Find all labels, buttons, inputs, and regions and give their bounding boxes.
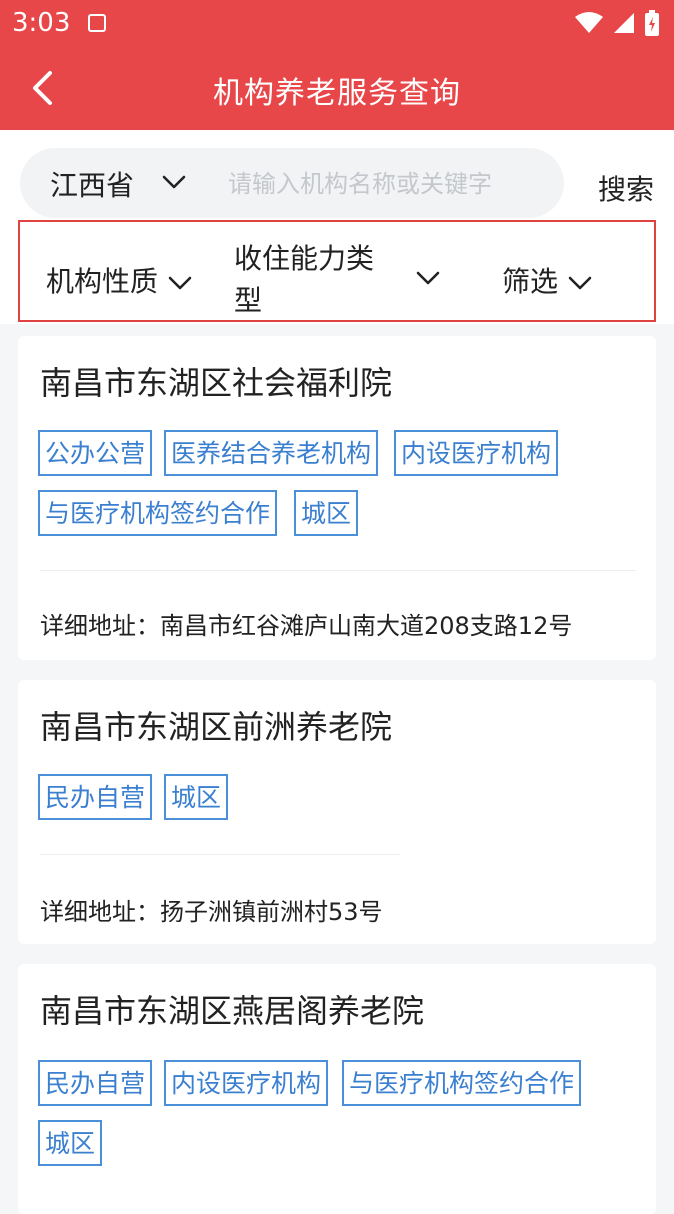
- tag: 公办公营: [38, 430, 153, 476]
- institution-name: 南昌市东湖区社会福利院: [40, 364, 393, 402]
- status-bar: 3:03: [0, 0, 674, 50]
- divider: [40, 570, 636, 571]
- tag: 医养结合养老机构: [164, 430, 379, 476]
- battery-icon: [645, 10, 659, 36]
- divider: [40, 854, 400, 855]
- page-title: 机构养老服务查询: [213, 76, 461, 111]
- address-label: 详细地址：: [40, 612, 160, 640]
- tag: 内设医疗机构: [394, 430, 559, 476]
- signal-icon: [614, 13, 634, 33]
- tag: 民办自营: [38, 774, 153, 820]
- tag: 内设医疗机构: [164, 1060, 329, 1106]
- status-time: 3:03: [12, 8, 71, 38]
- filter-capacity-label: 收住能力类型: [234, 242, 375, 317]
- institution-address: 详细地址：扬子洲镇前洲村53号: [40, 892, 383, 927]
- institution-card[interactable]: 南昌市东湖区燕居阁养老院 民办自营 内设医疗机构 与医疗机构签约合作 城区: [18, 964, 656, 1214]
- tag: 城区: [164, 774, 229, 820]
- filter-capacity[interactable]: 收住能力类型: [234, 238, 394, 322]
- address-label: 详细地址：: [40, 898, 160, 926]
- tag: 民办自营: [38, 1060, 153, 1106]
- tag: 城区: [294, 490, 359, 536]
- chevron-down-icon[interactable]: [416, 270, 440, 286]
- address-value: 扬子洲镇前洲村53号: [160, 898, 383, 926]
- chevron-down-icon[interactable]: [162, 174, 186, 190]
- chevron-down-icon: [568, 276, 592, 290]
- filter-nature[interactable]: 机构性质: [46, 260, 192, 300]
- institution-card[interactable]: 南昌市东湖区社会福利院 公办公营 医养结合养老机构 内设医疗机构 与医疗机构签约…: [18, 336, 656, 660]
- tag: 城区: [38, 1120, 103, 1166]
- filter-bar: 机构性质 收住能力类型 筛选: [0, 220, 674, 324]
- app-notification-icon: [88, 14, 106, 32]
- filter-screen[interactable]: 筛选: [502, 260, 592, 300]
- address-value: 南昌市红谷滩庐山南大道208支路12号: [160, 612, 573, 640]
- institution-name: 南昌市东湖区前洲养老院: [40, 708, 393, 746]
- search-box: 江西省: [20, 148, 564, 218]
- province-selector[interactable]: 江西省: [50, 164, 134, 204]
- chevron-down-icon: [168, 276, 192, 290]
- system-icons: [574, 10, 660, 36]
- institution-card[interactable]: 南昌市东湖区前洲养老院 民办自营 城区 详细地址：扬子洲镇前洲村53号: [18, 680, 656, 944]
- tag: 与医疗机构签约合作: [38, 490, 278, 536]
- filter-nature-label: 机构性质: [46, 265, 159, 298]
- search-input[interactable]: [226, 158, 560, 210]
- nav-bar: 机构养老服务查询: [0, 50, 674, 130]
- institution-address: 详细地址：南昌市红谷滩庐山南大道208支路12号: [40, 606, 572, 641]
- institution-name: 南昌市东湖区燕居阁养老院: [40, 992, 425, 1030]
- tag: 与医疗机构签约合作: [342, 1060, 582, 1106]
- wifi-icon: [575, 12, 603, 33]
- search-bar: 江西省 搜索: [0, 130, 674, 220]
- filter-screen-label: 筛选: [502, 265, 559, 298]
- search-button[interactable]: 搜索: [598, 168, 654, 208]
